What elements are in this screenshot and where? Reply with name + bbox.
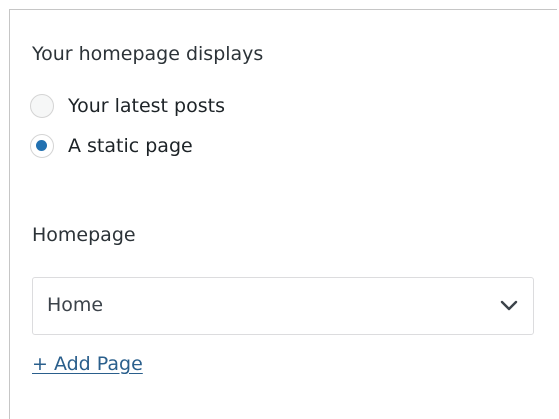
radio-label-latest-posts: Your latest posts [68, 95, 225, 117]
add-page-link[interactable]: + Add Page [32, 353, 143, 375]
radio-label-static-page: A static page [68, 135, 193, 157]
radio-option-static-page[interactable]: A static page [30, 132, 193, 160]
radio-button-latest-posts[interactable] [30, 94, 54, 118]
homepage-settings-panel: Your homepage displays Your latest posts… [9, 9, 557, 419]
radio-button-static-page[interactable] [30, 134, 54, 158]
homepage-select[interactable]: Home [32, 277, 534, 335]
chevron-down-icon [500, 300, 518, 311]
radio-option-latest-posts[interactable]: Your latest posts [30, 92, 225, 120]
homepage-select-value: Home [47, 294, 104, 316]
homepage-label: Homepage [32, 224, 136, 246]
homepage-displays-heading: Your homepage displays [32, 43, 264, 65]
